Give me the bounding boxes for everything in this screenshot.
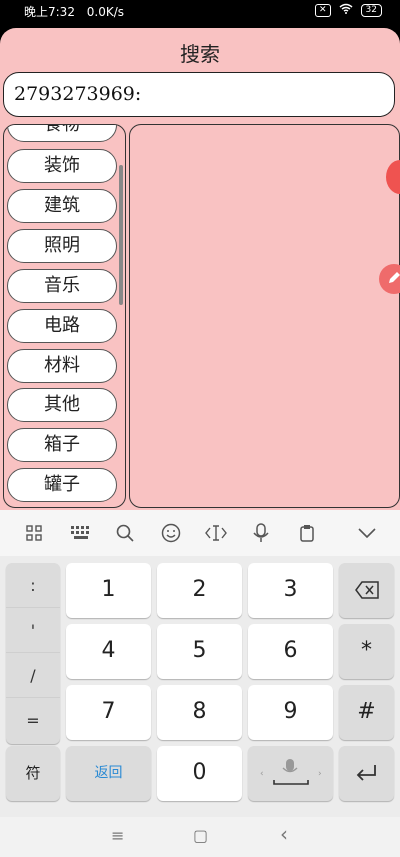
page-title: 搜索	[180, 42, 220, 66]
notification-icon: ✕	[315, 3, 331, 17]
space-key[interactable]: ‹ ›	[248, 746, 333, 801]
symbol-key-slash[interactable]: /	[6, 653, 60, 698]
key-6[interactable]: 6	[248, 624, 333, 679]
symbol-column[interactable]: : ' / =	[6, 563, 60, 744]
category-item-box[interactable]: 箱子	[7, 428, 117, 462]
category-item-other[interactable]: 其他	[7, 388, 117, 422]
content-panel	[129, 124, 400, 508]
key-0[interactable]: 0	[157, 746, 242, 801]
home-icon[interactable]: ▢	[193, 826, 208, 845]
svg-text:›: ›	[318, 769, 322, 779]
navigation-bar: ≡ ▢ ‹	[0, 817, 400, 857]
emoji-icon[interactable]	[160, 522, 182, 544]
symbol-key-apostrophe[interactable]: '	[6, 608, 60, 653]
app-screen: 搜索 2793273969: 食物 装饰 建筑 照明 音乐 电路 材料 其他 箱…	[0, 28, 400, 510]
symbol-key-equals[interactable]: =	[6, 698, 60, 743]
wifi-icon	[339, 3, 353, 17]
category-item-building[interactable]: 建筑	[7, 189, 117, 223]
key-7[interactable]: 7	[66, 685, 151, 740]
key-2[interactable]: 2	[157, 563, 242, 618]
key-1[interactable]: 1	[66, 563, 151, 618]
status-speed: 0.0K/s	[86, 5, 125, 19]
microphone-icon[interactable]	[250, 522, 272, 544]
key-3[interactable]: 3	[248, 563, 333, 618]
status-time: 晚上7:32	[24, 5, 75, 19]
battery-icon: 32	[360, 3, 382, 17]
key-5[interactable]: 5	[157, 624, 242, 679]
category-list[interactable]: 食物 装饰 建筑 照明 音乐 电路 材料 其他 箱子 罐子	[3, 124, 126, 508]
search-input[interactable]: 2793273969:	[3, 72, 395, 117]
grid-icon[interactable]	[23, 522, 45, 544]
status-bar: 晚上7:32 0.0K/s ✕ 32	[0, 0, 400, 22]
key-4[interactable]: 4	[66, 624, 151, 679]
clipboard-icon[interactable]	[296, 522, 318, 544]
category-item-music[interactable]: 音乐	[7, 269, 117, 303]
back-icon[interactable]: ‹	[280, 822, 288, 846]
category-item-lighting[interactable]: 照明	[7, 229, 117, 263]
category-item-decor[interactable]: 装饰	[7, 149, 117, 183]
key-asterisk[interactable]: *	[339, 624, 394, 679]
key-hash[interactable]: #	[339, 685, 394, 740]
enter-key[interactable]	[339, 746, 394, 801]
category-item-food[interactable]: 食物	[7, 125, 117, 142]
search-icon[interactable]	[114, 522, 136, 544]
svg-text:‹: ‹	[260, 769, 264, 779]
keyboard-toolbar	[0, 510, 400, 556]
cursor-icon[interactable]	[205, 522, 227, 544]
back-key[interactable]: 返回	[66, 746, 151, 801]
symbols-key[interactable]: 符	[6, 746, 60, 801]
keyboard: : ' / = 1 2 3 4 5 6 * 7 8 9 # 符 返回 0 ‹ ›	[0, 510, 400, 817]
category-item-circuit[interactable]: 电路	[7, 309, 117, 343]
category-scrollbar[interactable]	[119, 165, 123, 305]
keyboard-icon[interactable]	[70, 522, 92, 544]
chevron-down-icon[interactable]	[356, 522, 378, 544]
backspace-key[interactable]	[339, 563, 394, 618]
key-9[interactable]: 9	[248, 685, 333, 740]
key-8[interactable]: 8	[157, 685, 242, 740]
category-item-jar[interactable]: 罐子	[7, 468, 117, 502]
category-item-material[interactable]: 材料	[7, 349, 117, 383]
symbol-key-colon[interactable]: :	[6, 563, 60, 608]
menu-icon[interactable]: ≡	[111, 826, 124, 845]
